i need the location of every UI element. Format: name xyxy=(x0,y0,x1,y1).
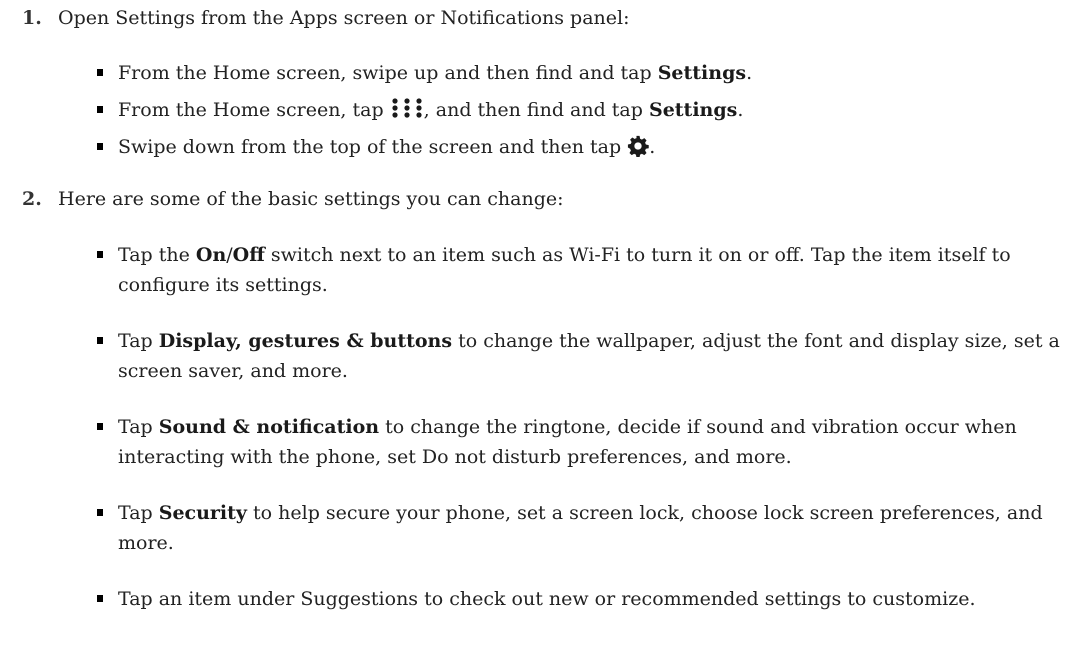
bullet-marker xyxy=(97,423,103,430)
apps-dots-icon xyxy=(392,98,422,118)
bullet-marker xyxy=(97,251,103,258)
bullet-marker xyxy=(97,69,103,76)
step-text: Here are some of the basic settings you … xyxy=(58,188,564,210)
bullet-text: Tap Sound & notification to change the r… xyxy=(118,416,1017,468)
step-text: Open Settings from the Apps screen or No… xyxy=(58,7,630,29)
bullet-marker xyxy=(97,106,103,113)
bullet-text: Tap Security to help secure your phone, … xyxy=(118,502,1043,554)
bullet-text: Tap Display, gestures & buttons to chang… xyxy=(118,330,1060,382)
bullet-marker xyxy=(97,337,103,344)
gear-icon xyxy=(628,135,649,157)
step-number: 1. xyxy=(22,7,42,29)
bullet-text: From the Home screen, swipe up and then … xyxy=(118,62,753,84)
bullet-marker xyxy=(97,595,103,602)
bullet-marker xyxy=(97,509,103,516)
bullet-text: Tap an item under Suggestions to check o… xyxy=(118,588,976,610)
bullet-text: Tap the On/Off switch next to an item su… xyxy=(118,244,1011,296)
bullet-text: From the Home screen, tap , and then fin… xyxy=(118,98,744,121)
bullet-text: Swipe down from the top of the screen an… xyxy=(118,135,656,158)
step-number: 2. xyxy=(22,188,42,210)
bullet-marker xyxy=(97,143,103,150)
